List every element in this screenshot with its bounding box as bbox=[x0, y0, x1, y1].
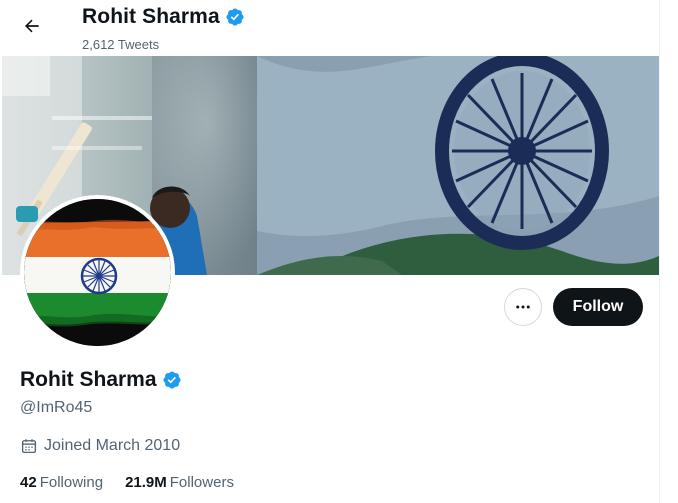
more-options-button[interactable] bbox=[504, 288, 542, 326]
header-name: Rohit Sharma bbox=[82, 5, 220, 28]
join-date-text: Joined March 2010 bbox=[44, 437, 181, 454]
more-dots-icon bbox=[516, 305, 530, 309]
following-link[interactable]: 42 Following bbox=[20, 474, 103, 491]
back-button[interactable] bbox=[16, 10, 48, 42]
followers-link[interactable]: 21.9M Followers bbox=[125, 474, 234, 491]
following-label: Following bbox=[39, 474, 104, 491]
profile-page: Rohit Sharma 2,612 Tweets Follow Rohit S… bbox=[0, 0, 678, 503]
followers-count: 21.9M bbox=[125, 474, 167, 491]
header-title: Rohit Sharma bbox=[82, 5, 245, 29]
following-count: 42 bbox=[20, 474, 37, 491]
profile-header-bar: Rohit Sharma 2,612 Tweets bbox=[0, 0, 659, 56]
follow-button[interactable]: Follow bbox=[553, 288, 643, 326]
follow-stats: 42 Following 21.9M Followers bbox=[20, 474, 234, 491]
arrow-left-icon bbox=[25, 19, 39, 33]
profile-name-text: Rohit Sharma bbox=[20, 368, 157, 391]
calendar-icon bbox=[21, 439, 37, 454]
tweet-count: 2,612 Tweets bbox=[82, 37, 160, 52]
indian-flag-avatar-image bbox=[24, 199, 171, 346]
avatar[interactable] bbox=[20, 195, 175, 350]
verified-badge-icon[interactable] bbox=[162, 370, 182, 390]
join-date: Joined March 2010 bbox=[20, 437, 180, 455]
profile-display-name: Rohit Sharma bbox=[20, 368, 182, 392]
followers-label: Followers bbox=[169, 474, 234, 491]
profile-handle: @ImRo45 bbox=[20, 399, 93, 416]
avatar-image bbox=[24, 199, 171, 346]
column-divider bbox=[659, 0, 660, 503]
verified-badge-icon bbox=[226, 8, 244, 26]
